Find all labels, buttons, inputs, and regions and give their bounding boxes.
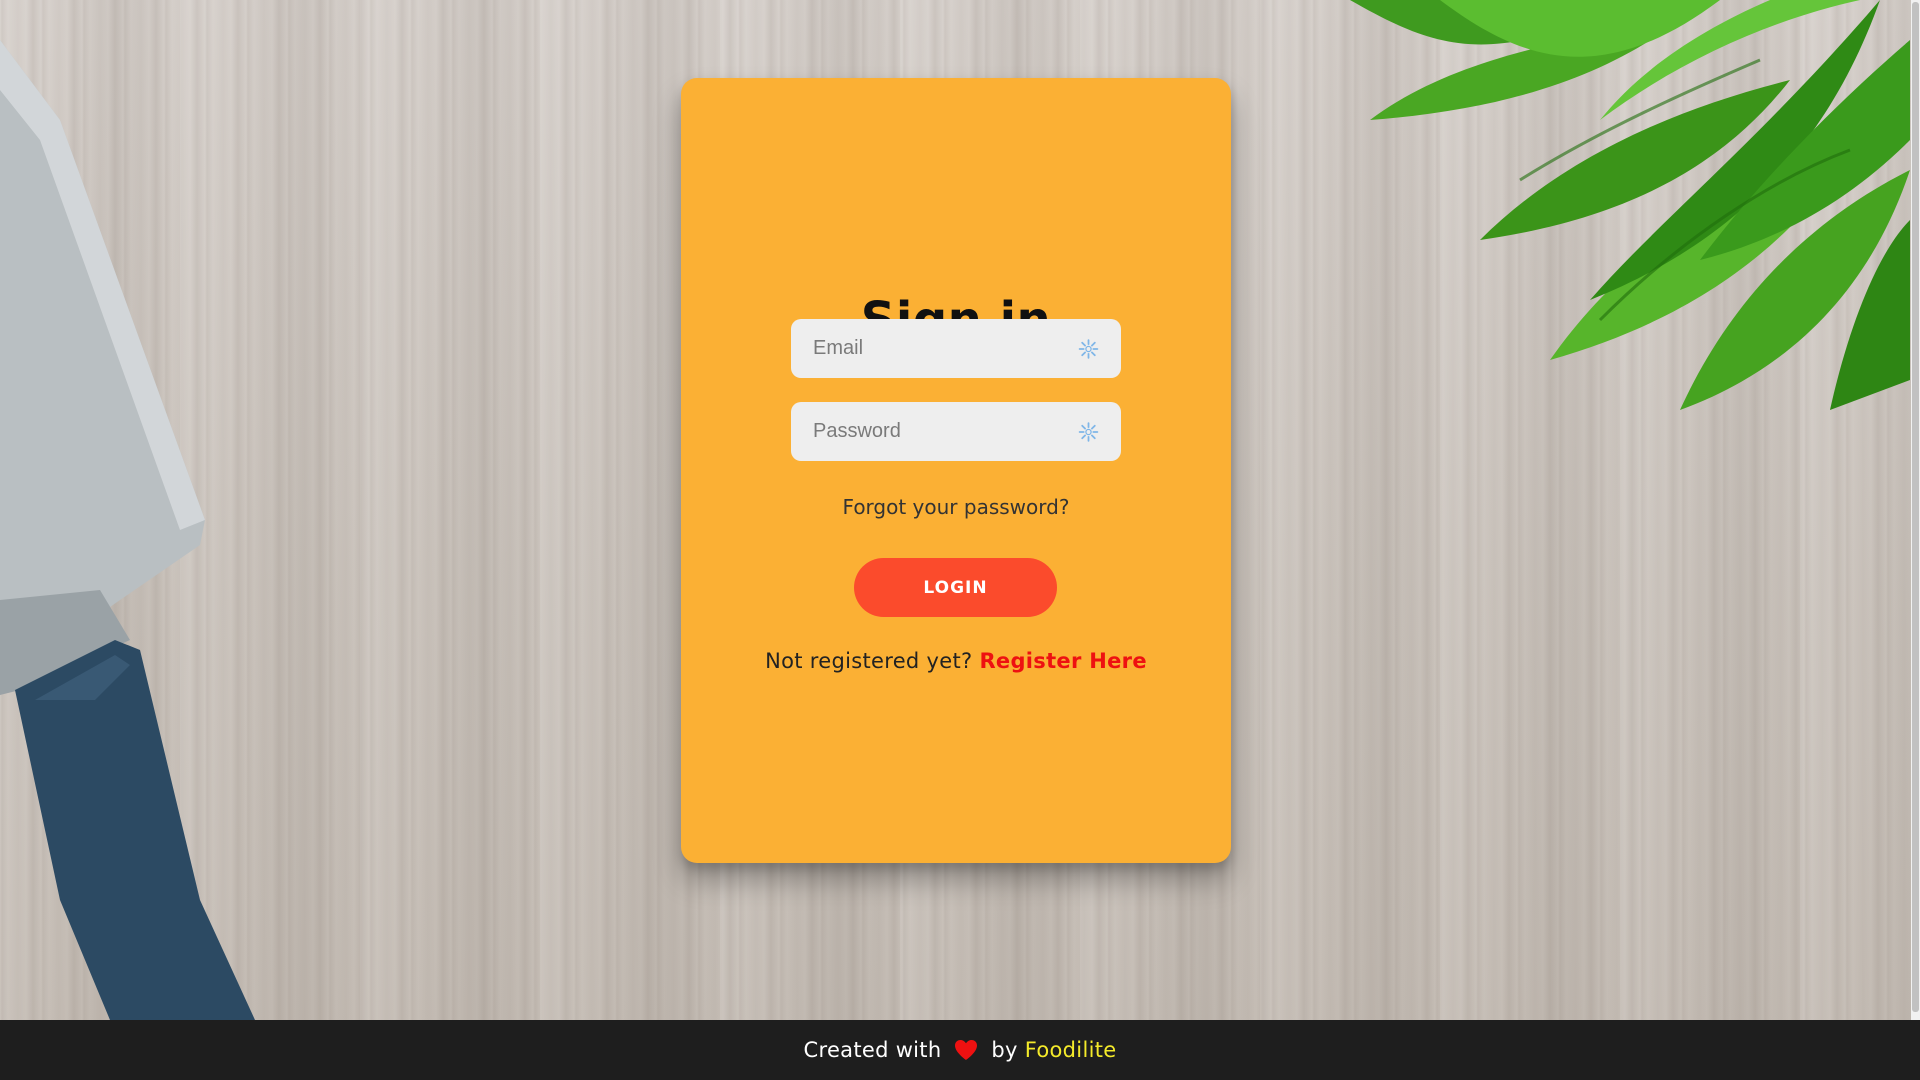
register-prompt-text: Not registered yet?: [765, 649, 980, 673]
footer-middle: by: [984, 1038, 1025, 1062]
signin-card: Sign in: [681, 78, 1231, 863]
page-scrollbar[interactable]: [1911, 0, 1920, 1020]
knife-blade-highlight: [0, 40, 205, 530]
email-field-container[interactable]: [791, 319, 1121, 378]
password-field[interactable]: [813, 420, 1078, 443]
login-button[interactable]: LOGIN: [854, 558, 1057, 617]
knife-blade: [0, 40, 205, 680]
knife-handle: [15, 640, 255, 1020]
footer-prefix: Created with: [803, 1038, 949, 1062]
forgot-password-link[interactable]: Forgot your password?: [681, 495, 1231, 519]
leaves-decoration: [1350, 0, 1910, 410]
email-field[interactable]: [813, 337, 1078, 360]
scrollbar-thumb[interactable]: [1912, 2, 1919, 1012]
heart-icon: [955, 1040, 978, 1060]
footer: Created with by Foodilite: [0, 1020, 1920, 1080]
register-link[interactable]: Register Here: [979, 649, 1146, 673]
brand-link[interactable]: Foodilite: [1025, 1038, 1117, 1062]
register-prompt-line: Not registered yet? Register Here: [681, 649, 1231, 673]
knife-bolster: [0, 590, 130, 695]
password-field-container[interactable]: [791, 402, 1121, 461]
spinner-icon: [1078, 338, 1099, 359]
knife-handle-highlight: [35, 655, 130, 700]
spinner-icon: [1078, 421, 1099, 442]
